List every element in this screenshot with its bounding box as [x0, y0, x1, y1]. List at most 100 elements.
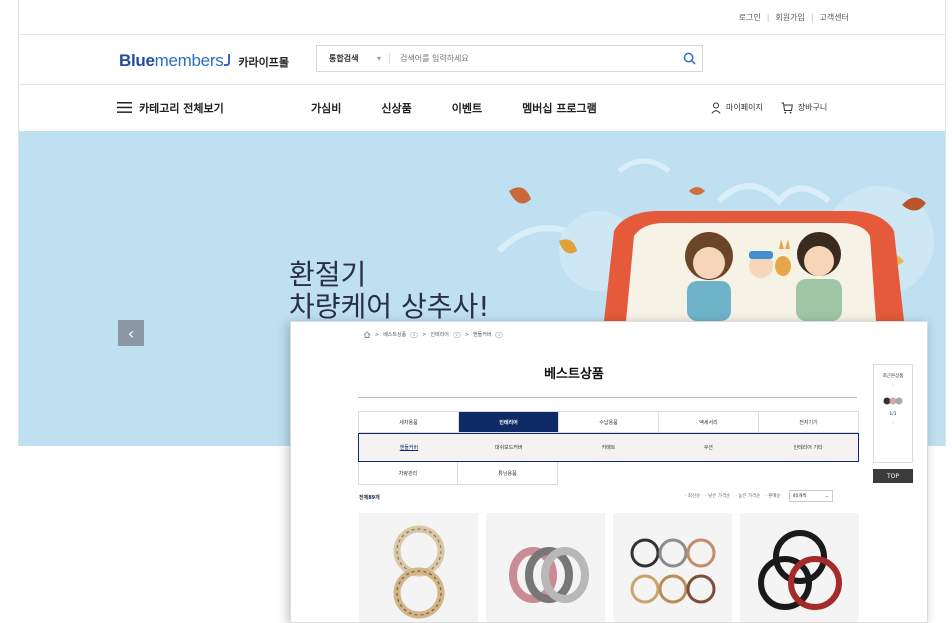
logo-text-members: members: [154, 51, 224, 70]
chevron-down-icon: ▾: [376, 54, 381, 63]
tab-car-care[interactable]: 차량관리: [358, 462, 458, 485]
search-input[interactable]: [390, 46, 676, 71]
user-menu: 마이페이지 장바구니: [711, 102, 827, 114]
category-row-extra: 차량관리 튜닝용품: [358, 462, 859, 485]
total-count: 전체89개: [359, 494, 380, 501]
user-icon: [711, 102, 721, 114]
product-card[interactable]: [486, 513, 605, 622]
top-button[interactable]: TOP: [873, 469, 913, 483]
sort-sales[interactable]: · 판매순: [765, 493, 780, 499]
total-label: 전체: [359, 495, 369, 501]
search-bar: 통합검색 ▾: [316, 45, 703, 72]
breadcrumb-item[interactable]: 인테리어: [430, 331, 448, 338]
chevron-left-icon: ‹: [127, 323, 135, 343]
chevron-down-icon[interactable]: v: [410, 331, 419, 338]
menu-item-event[interactable]: 이벤트: [452, 100, 482, 116]
best-products-screenshot: > 베스트상품 v > 인테리어 v > 핸들커버 v 베스트상품 세차용품 인…: [290, 321, 928, 623]
chevron-down-icon[interactable]: v: [495, 331, 504, 338]
breadcrumb-sep: >: [464, 331, 470, 338]
customer-center-link[interactable]: 고객센터: [820, 12, 849, 23]
product-image: [757, 529, 842, 610]
login-link[interactable]: 로그인: [739, 12, 761, 23]
subtab-cushion[interactable]: 쿠션: [658, 434, 758, 461]
product-image: [508, 546, 589, 603]
global-nav: 카테고리 전체보기 가심비 신상품 이벤트 멤버십 프로그램 마이페이지 장바구…: [19, 85, 945, 130]
mypage-label: 마이페이지: [726, 103, 763, 112]
sort-options: · 최신순 · 낮은 가격순 · 높은 가격순 · 판매순 40개씩 ⌄: [685, 490, 833, 502]
tab-car-wash[interactable]: 세차용품: [359, 412, 459, 432]
logo-mall-name: 카라이프몰: [238, 56, 289, 69]
sort-low-price-label: 낮은 가격순: [708, 494, 731, 499]
tab-electronics[interactable]: 전자기기: [759, 412, 858, 432]
hamburger-icon: [117, 102, 132, 113]
divider: [19, 34, 945, 35]
subtab-handle-cover[interactable]: 핸들커버: [359, 434, 459, 461]
product-card[interactable]: [359, 513, 478, 622]
sort-sales-label: 판매순: [768, 494, 781, 499]
subtab-dashboard-cover[interactable]: 대쉬보드커버: [459, 434, 559, 461]
chevron-down-icon[interactable]: v: [452, 331, 461, 338]
breadcrumb: > 베스트상품 v > 인테리어 v > 핸들커버 v: [363, 331, 504, 338]
all-categories-label: 카테고리 전체보기: [139, 101, 224, 115]
product-image: [630, 538, 715, 603]
menu-item-value[interactable]: 가심비: [311, 100, 341, 116]
divider: [358, 397, 857, 398]
site-logo[interactable]: Blue members 카라이프몰: [119, 51, 289, 71]
page-size-select[interactable]: 40개씩 ⌄: [788, 490, 833, 502]
sort-latest[interactable]: · 최신순: [685, 493, 700, 499]
hero-prev-button[interactable]: ‹: [118, 320, 144, 346]
page-size-label: 40개씩: [792, 494, 807, 499]
sort-latest-label: 최신순: [687, 494, 701, 499]
utility-links: 로그인 | 회원가입 | 고객센터: [739, 12, 849, 23]
sort-low-price[interactable]: · 낮은 가격순: [705, 493, 730, 499]
tab-interior[interactable]: 인테리어: [459, 412, 559, 432]
subtab-interior-etc[interactable]: 인테리어 기타: [758, 434, 858, 461]
subcategory-row: 핸들커버 대쉬보드커버 카매트 쿠션 인테리어 기타: [358, 433, 859, 462]
sort-high-price-label: 높은 가격순: [738, 494, 761, 499]
mypage-link[interactable]: 마이페이지: [711, 102, 763, 114]
chevron-down-icon: ⌄: [824, 493, 829, 499]
search-category-select[interactable]: 통합검색 ▾: [317, 53, 389, 64]
page-title: 베스트상품: [544, 367, 604, 382]
breadcrumb-sep: >: [375, 331, 380, 338]
breadcrumb-item[interactable]: 베스트상품: [383, 331, 406, 338]
tab-tuning[interactable]: 튜닝용품: [458, 462, 558, 485]
separator: |: [810, 13, 814, 22]
tab-storage[interactable]: 수납용품: [559, 412, 659, 432]
cart-label: 장바구니: [797, 103, 828, 112]
subtab-car-mat[interactable]: 카매트: [559, 434, 659, 461]
logo-swoosh-icon: [224, 54, 231, 66]
search-button[interactable]: [676, 46, 702, 71]
category-tabs: 세차용품 인테리어 수납용품 액세서리 전자기기 핸들커버 대쉬보드커버 카매트…: [358, 411, 859, 485]
search-icon: [683, 52, 696, 65]
breadcrumb-item[interactable]: 핸들커버: [473, 331, 491, 338]
home-icon[interactable]: [363, 331, 371, 338]
hero-headline: 환절기 차량케어 상추사!: [289, 258, 490, 324]
all-categories-button[interactable]: 카테고리 전체보기: [117, 100, 224, 116]
breadcrumb-sep: >: [422, 331, 427, 338]
main-menu: 가심비 신상품 이벤트 멤버십 프로그램: [311, 100, 597, 116]
cart-link[interactable]: 장바구니: [781, 102, 827, 114]
tab-accessory[interactable]: 액세서리: [659, 412, 759, 432]
search-category-label: 통합검색: [329, 54, 359, 63]
product-grid: [359, 513, 859, 622]
total-unit: 개: [375, 495, 380, 501]
recent-products-label: 최근본상품: [882, 374, 904, 379]
signup-link[interactable]: 회원가입: [775, 12, 804, 23]
hero-line-2: 차량케어 상추사!: [289, 290, 490, 324]
chevron-up-icon[interactable]: ˄: [892, 385, 894, 390]
hero-line-1: 환절기: [289, 258, 367, 291]
recent-page: 1/1: [889, 412, 897, 417]
chevron-down-icon[interactable]: ˅: [892, 423, 894, 428]
menu-item-membership[interactable]: 멤버십 프로그램: [522, 100, 597, 116]
product-card[interactable]: [740, 513, 859, 622]
recent-products-box: 최근본상품 ˄ 1/1 ˅: [873, 364, 913, 463]
sort-high-price[interactable]: · 높은 가격순: [735, 493, 760, 499]
category-row: 세차용품 인테리어 수납용품 액세서리 전자기기: [358, 411, 859, 433]
separator: |: [766, 13, 770, 22]
product-image: [393, 525, 444, 618]
product-card[interactable]: [613, 513, 732, 622]
recent-products-panel: 최근본상품 ˄ 1/1 ˅ TOP: [873, 364, 913, 483]
recent-product-thumb[interactable]: [882, 396, 904, 406]
menu-item-new[interactable]: 신상품: [381, 100, 411, 116]
